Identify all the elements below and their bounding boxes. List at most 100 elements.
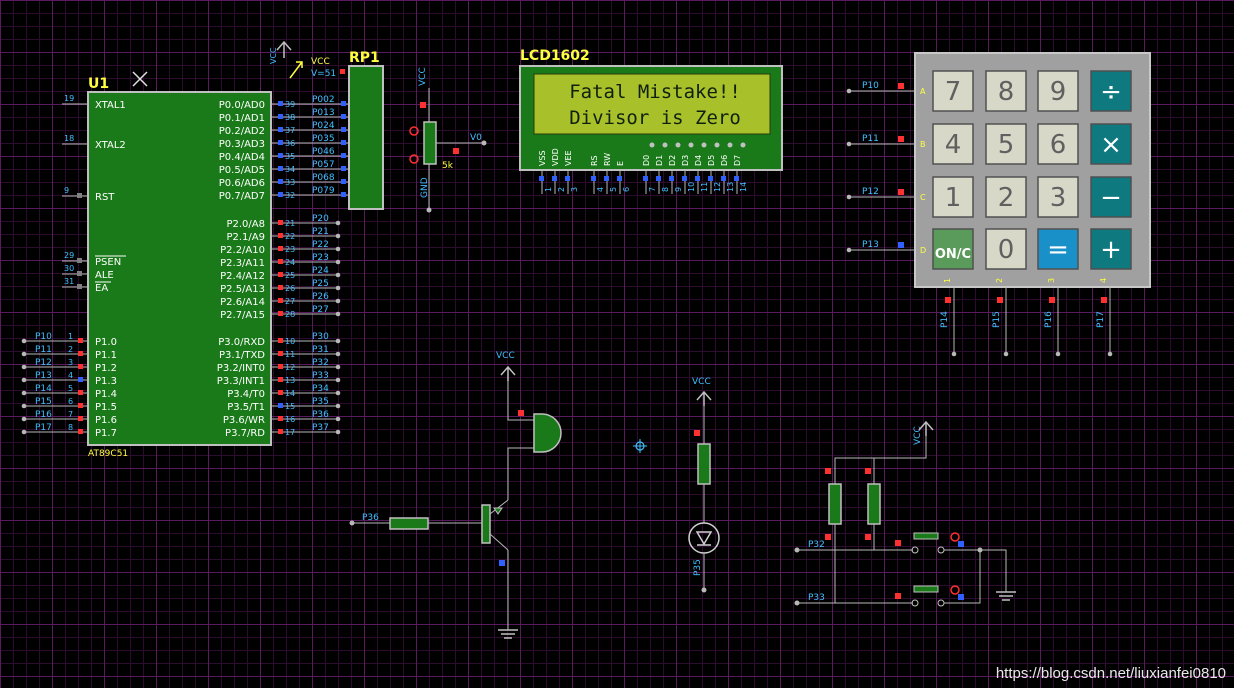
keypad-col-marker — [945, 297, 951, 303]
keypad-row-marker — [898, 136, 904, 142]
probe-icon — [289, 61, 303, 79]
port-net: P068 — [312, 173, 335, 183]
rp1-vcc-label: VCC — [311, 57, 330, 67]
port-pin-name: P3.2/INT0 — [217, 363, 265, 374]
p1-name: P1.5 — [95, 402, 117, 413]
buzzer-circuit[interactable]: VCC P36 — [349, 351, 562, 639]
port-pin-num: 16 — [285, 415, 295, 424]
lcd-pin-label: E — [616, 161, 625, 166]
switch2-actuator[interactable] — [913, 585, 939, 593]
switch1-left-marker — [895, 540, 901, 546]
lcd-pin-marker — [682, 176, 687, 181]
lcd-data-dot-icon — [727, 142, 733, 148]
port-terminal — [335, 377, 341, 383]
port-pin-num: 22 — [285, 232, 295, 241]
lcd-pin-label: D2 — [668, 155, 677, 166]
gnd-junction — [977, 547, 983, 553]
switch1-actuator[interactable] — [913, 532, 939, 540]
port-pin-name: P3.7/RD — [225, 428, 265, 439]
port-pin-name: P0.6/AD6 — [219, 178, 265, 189]
port-pin-num: 27 — [285, 297, 295, 306]
lcd-1602[interactable]: LCD1602 Fatal Mistake!! Divisor is Zero … — [519, 48, 783, 194]
rp1-body — [348, 65, 384, 210]
mcu-left-pin-marker — [77, 284, 82, 289]
led-diode-icon — [695, 531, 713, 546]
btn-ground-icon — [996, 591, 1016, 601]
port-pin-name: P2.6/A14 — [220, 297, 265, 308]
port-net: P20 — [312, 214, 329, 224]
lcd-pin-num: 10 — [687, 182, 696, 192]
keypad-col-terminal — [951, 351, 957, 357]
port-marker — [278, 127, 283, 132]
pot-gnd-label: GND — [420, 177, 430, 198]
p1-name: P1.6 — [95, 415, 117, 426]
pullup-resistor-2 — [867, 483, 881, 525]
port-pin-name: P3.5/T1 — [227, 402, 265, 413]
p1-net: P14 — [35, 384, 52, 394]
btn-marker-2 — [865, 468, 871, 474]
port-pin-name: P2.0/A8 — [226, 219, 265, 230]
port-pin-name: P0.5/AD5 — [219, 165, 265, 176]
origin-cross-icon — [633, 439, 647, 453]
lcd-pin-marker — [552, 176, 557, 181]
btn-vcc-label: VCC — [913, 426, 923, 445]
potentiometer[interactable]: VCC GND 5k V0 — [409, 67, 487, 213]
keypad-row-letter: A — [920, 87, 926, 96]
port-pin-name: P2.1/A9 — [226, 232, 265, 243]
port-net: P35 — [312, 397, 329, 407]
rp-marker — [341, 179, 346, 184]
btn-marker-3 — [825, 534, 831, 540]
port-net: P31 — [312, 345, 329, 355]
port-terminal — [335, 233, 341, 239]
port-marker — [278, 140, 283, 145]
port-pin-name: P0.3/AD3 — [219, 139, 265, 150]
mcu-left-pin-marker — [77, 271, 82, 276]
p1-num: 8 — [68, 423, 73, 432]
led-circuit[interactable]: VCC P35 — [633, 377, 720, 593]
base-terminal — [349, 520, 355, 526]
p1-terminal — [21, 351, 27, 357]
schematic-canvas[interactable]: U1 AT89C51 19 XTAL1 18 XTAL2 9 RST 29 PSEN 30 ALE… — [0, 0, 1234, 688]
transistor-icon — [481, 504, 491, 544]
keypad-col-net: P14 — [940, 311, 950, 328]
port-pin-num: 14 — [285, 389, 295, 398]
lcd-data-dot-icon — [649, 142, 655, 148]
p1-terminal — [21, 416, 27, 422]
port-marker — [278, 166, 283, 171]
keypad-row-marker — [898, 83, 904, 89]
port-terminal — [335, 272, 341, 278]
mcu-left-pin-name: XTAL1 — [95, 100, 126, 111]
btn-net-p32: P32 — [808, 540, 825, 550]
keypad-key-label: − — [1100, 183, 1122, 213]
keypad-row-marker — [898, 189, 904, 195]
keypad-key-label: 7 — [945, 77, 962, 107]
button-circuit[interactable]: VCC P32 P33 — [794, 420, 1017, 607]
mcu-u1[interactable]: U1 AT89C51 19XTAL118XTAL29RST29PSEN30ALE… — [21, 71, 349, 459]
lcd-pin-label: D1 — [655, 155, 664, 166]
switch1-toggle-icon[interactable] — [950, 532, 960, 542]
keypad-key-label: 9 — [1050, 77, 1067, 107]
keypad[interactable]: 7 8 9 ÷ 4 5 6 × 1 2 3 − ON/C 0 = + P10 A P11 B P12 C P13 D 1 P1… — [846, 52, 1151, 357]
keypad-col-terminal — [1003, 351, 1009, 357]
port-pin-num: 37 — [285, 126, 295, 135]
pot-adjust-up-icon[interactable] — [409, 126, 419, 136]
port-net: P22 — [312, 240, 329, 250]
keypad-key-label: ÷ — [1100, 77, 1122, 107]
rp-marker — [341, 166, 346, 171]
lcd-line2: Divisor is Zero — [569, 107, 741, 129]
p1-name: P1.1 — [95, 350, 117, 361]
keypad-key-label: 4 — [945, 130, 962, 160]
port-marker — [278, 403, 283, 408]
lcd-pin-marker — [617, 176, 622, 181]
keypad-row-terminal — [846, 88, 852, 94]
port-terminal — [335, 429, 341, 435]
pot-value: 5k — [442, 161, 454, 171]
lcd-pin-marker — [669, 176, 674, 181]
switch2-toggle-icon[interactable] — [950, 585, 960, 595]
led-marker — [694, 430, 700, 436]
port-pin-num: 28 — [285, 310, 295, 319]
lcd-pin-num: 12 — [713, 182, 722, 192]
pot-adjust-down-icon[interactable] — [409, 154, 419, 164]
port-terminal — [335, 311, 341, 317]
port-pin-name: P2.4/A12 — [220, 271, 265, 282]
